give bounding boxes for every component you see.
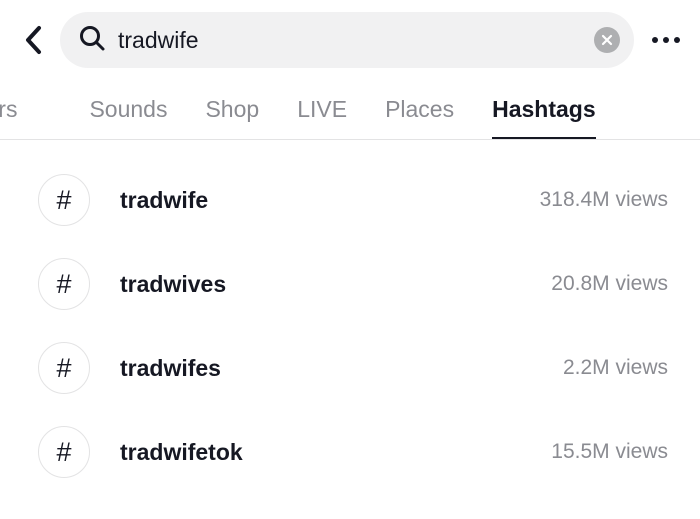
tab-live[interactable]: LIVE [297,84,347,139]
tab-sers[interactable]: sers [0,84,17,139]
hashtag-views: 2.2M views [563,356,668,380]
close-icon [601,34,613,46]
hashtag-symbol: # [56,269,71,300]
tab-sounds[interactable]: Sounds [89,84,167,139]
hashtag-views: 20.8M views [551,272,668,296]
hashtag-symbol: # [56,353,71,384]
hashtag-result-row[interactable]: # tradwifes2.2M views [0,326,700,410]
back-button[interactable] [24,25,44,55]
search-bar[interactable] [60,12,634,68]
back-chevron-icon [24,25,44,55]
header [0,0,700,84]
hashtag-icon: # [38,174,90,226]
more-icon [663,37,669,43]
hashtag-symbol: # [56,185,71,216]
hashtag-icon: # [38,342,90,394]
hashtag-symbol: # [56,437,71,468]
tab-hashtags[interactable]: Hashtags [492,84,596,140]
tab-places[interactable]: Places [385,84,454,139]
more-options-button[interactable] [652,37,680,43]
clear-search-button[interactable] [594,27,620,53]
hashtag-icon: # [38,426,90,478]
more-icon [674,37,680,43]
hashtag-name: tradwifes [120,355,563,382]
hashtag-views: 15.5M views [551,440,668,464]
hashtag-name: tradwifetok [120,439,551,466]
hashtag-name: tradwives [120,271,551,298]
hashtag-icon: # [38,258,90,310]
search-tabs: sers Sounds Shop LIVE Places Hashtags [0,84,700,140]
more-icon [652,37,658,43]
hashtag-result-row[interactable]: # tradwifetok15.5M views [0,410,700,494]
hashtag-views: 318.4M views [540,188,668,212]
tab-shop[interactable]: Shop [205,84,259,139]
search-input[interactable] [118,27,594,54]
hashtag-result-row[interactable]: # tradwife318.4M views [0,158,700,242]
search-results: # tradwife318.4M views # tradwives20.8M vie… [0,140,700,494]
hashtag-result-row[interactable]: # tradwives20.8M views [0,242,700,326]
hashtag-name: tradwife [120,187,540,214]
search-icon [78,24,106,57]
